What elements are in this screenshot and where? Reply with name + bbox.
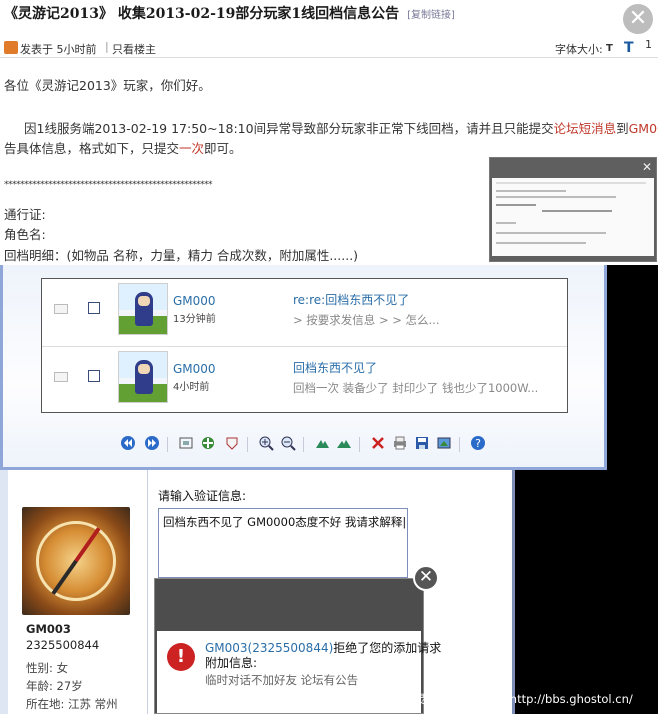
message-sender[interactable]: GM000: [173, 294, 216, 308]
delete-icon[interactable]: [369, 435, 387, 453]
envelope-icon: [54, 372, 68, 382]
message-list: GM000 13分钟前 re:re:回档东西不见了 > 按要求发信息 > > 怎…: [41, 278, 568, 413]
message-row[interactable]: GM000 13分钟前 re:re:回档东西不见了 > 按要求发信息 > > 怎…: [42, 279, 567, 346]
profile-location: 所在地: 江苏 常州: [26, 697, 118, 711]
avatar: [118, 351, 168, 403]
first-page-icon[interactable]: [119, 435, 137, 453]
star-divider: ****************************************…: [4, 180, 213, 190]
thumb-line: [496, 232, 606, 234]
font-extra-button[interactable]: 1: [645, 38, 652, 51]
posted-time: 发表于 5小时前: [20, 43, 97, 56]
dialog-extra-value: 临时对话不加好友 论坛有公告: [205, 673, 359, 687]
toolbar-divider: [247, 437, 248, 452]
notice-text: 即可。: [204, 141, 242, 156]
pm-link[interactable]: 论坛短消息: [554, 121, 617, 136]
thumb-line: [542, 210, 612, 212]
thumb-line: [496, 190, 566, 192]
toolbar-divider: [303, 437, 304, 452]
thumbnail-image: [492, 178, 654, 256]
thumb-line: [496, 204, 536, 206]
forum-post-panel: 《灵游记2013》 收集2013-02-19部分玩家1线回档信息公告 [复制链接]…: [0, 0, 658, 265]
edit-icon[interactable]: [435, 435, 453, 453]
toolbar-divider: [359, 437, 360, 452]
post-title: 《灵游记2013》 收集2013-02-19部分玩家1线回档信息公告 [复制链接]: [4, 3, 455, 23]
dialog-user-link[interactable]: GM003(2325500844): [205, 641, 333, 655]
gm-link[interactable]: GM000: [629, 121, 658, 136]
post-meta-bar: 发表于 5小时前 | 只看楼主 字体大小: T T 1: [0, 38, 658, 58]
message-time: 13分钟前: [173, 314, 216, 325]
close-icon[interactable]: ✕: [623, 4, 653, 34]
verification-input[interactable]: 回档东西不见了 GM0000态度不好 我请求解释|: [158, 508, 408, 578]
notice-text: 因1线服务端2013-02-19 17:50~18:10间异常导致部分玩家非正常…: [24, 121, 554, 136]
print-icon[interactable]: [391, 435, 409, 453]
once-emphasis: 一次: [179, 141, 205, 156]
thumb-line: [496, 196, 616, 198]
thumb-line: [496, 222, 516, 224]
message-checkbox[interactable]: [88, 302, 100, 314]
error-icon: !: [167, 643, 195, 671]
fit-icon[interactable]: [199, 435, 217, 453]
profile-avatar: [22, 507, 130, 615]
author-icon: [4, 41, 18, 54]
thumb-line: [496, 242, 586, 244]
profile-sidebar: GM003 2325500844 性别: 女 年龄: 27岁 所在地: 江苏 常…: [8, 470, 148, 714]
notice-line-1: 因1线服务端2013-02-19 17:50~18:10间异常导致部分玩家非正常…: [24, 118, 658, 137]
upload-watermark: 2013-02-20 16:03:58上传于《灵游记》官方论坛 http://b…: [246, 692, 633, 706]
only-author-link[interactable]: 只看楼主: [112, 41, 156, 57]
message-row[interactable]: GM000 4小时前 回档东西不见了 回档一次 装备少了 封印少了 钱也少了10…: [42, 346, 567, 413]
thumbnail-close-icon[interactable]: ✕: [642, 160, 652, 174]
zoom-in-icon[interactable]: [257, 435, 275, 453]
zoom-out-icon[interactable]: [279, 435, 297, 453]
meta-separator: |: [105, 40, 109, 53]
toolbar-divider: [459, 437, 460, 452]
profile-age: 年龄: 27岁: [26, 679, 83, 693]
field-role: 角色名:: [4, 227, 46, 242]
fit-window-icon[interactable]: [177, 435, 195, 453]
message-time: 4小时前: [173, 382, 210, 393]
notice-text: 到: [616, 121, 629, 136]
thumbnail-preview[interactable]: ✕: [489, 157, 657, 262]
font-large-button[interactable]: T: [624, 40, 634, 56]
dialog-extra-label: 附加信息:: [205, 656, 258, 670]
message-preview: > 按要求发信息 > > 怎么...: [293, 313, 440, 327]
dialog-message-text: 拒绝了您的添加请求: [333, 641, 442, 655]
rotate-right-icon[interactable]: [335, 435, 353, 453]
message-sender[interactable]: GM000: [173, 362, 216, 376]
avatar: [118, 283, 168, 335]
message-subject[interactable]: 回档东西不见了: [293, 359, 377, 376]
thumb-line: [496, 182, 646, 184]
panel-border: [512, 470, 515, 714]
verification-label: 请输入验证信息:: [158, 489, 247, 503]
close-icon[interactable]: ✕: [413, 565, 439, 591]
profile-name: GM003: [26, 622, 71, 636]
post-title-text: 《灵游记2013》 收集2013-02-19部分玩家1线回档信息公告: [4, 6, 400, 22]
rotate-left-icon[interactable]: [313, 435, 331, 453]
greeting: 各位《灵游记2013》玩家，你们好。: [4, 78, 211, 93]
font-size-label: 字体大小:: [555, 43, 603, 56]
toolbar-divider: [167, 437, 168, 452]
field-detail: 回档明细：(如物品 名称，力量，精力 合成次数，附加属性......): [4, 248, 359, 263]
message-preview: 回档一次 装备少了 封印少了 钱也少了1000W...: [293, 381, 539, 395]
profile-id: 2325500844: [26, 638, 100, 652]
next-page-icon[interactable]: [143, 435, 161, 453]
svg-text:?: ?: [475, 437, 481, 450]
message-subject[interactable]: re:re:回档东西不见了: [293, 291, 409, 308]
notice-text: 告具体信息，格式如下，只提交: [4, 141, 180, 156]
copy-link[interactable]: [复制链接]: [407, 10, 455, 21]
profile-gender: 性别: 女: [26, 661, 69, 675]
save-icon[interactable]: [413, 435, 431, 453]
font-small-button[interactable]: T: [606, 43, 613, 54]
view-icon[interactable]: [223, 435, 241, 453]
message-list-panel: GM000 13分钟前 re:re:回档东西不见了 > 按要求发信息 > > 怎…: [0, 265, 607, 470]
notice-line-2: 告具体信息，格式如下，只提交一次即可。: [4, 138, 242, 157]
envelope-icon: [54, 304, 68, 314]
help-icon[interactable]: ?: [469, 435, 487, 453]
field-account: 通行证:: [4, 207, 46, 222]
message-checkbox[interactable]: [88, 370, 100, 382]
